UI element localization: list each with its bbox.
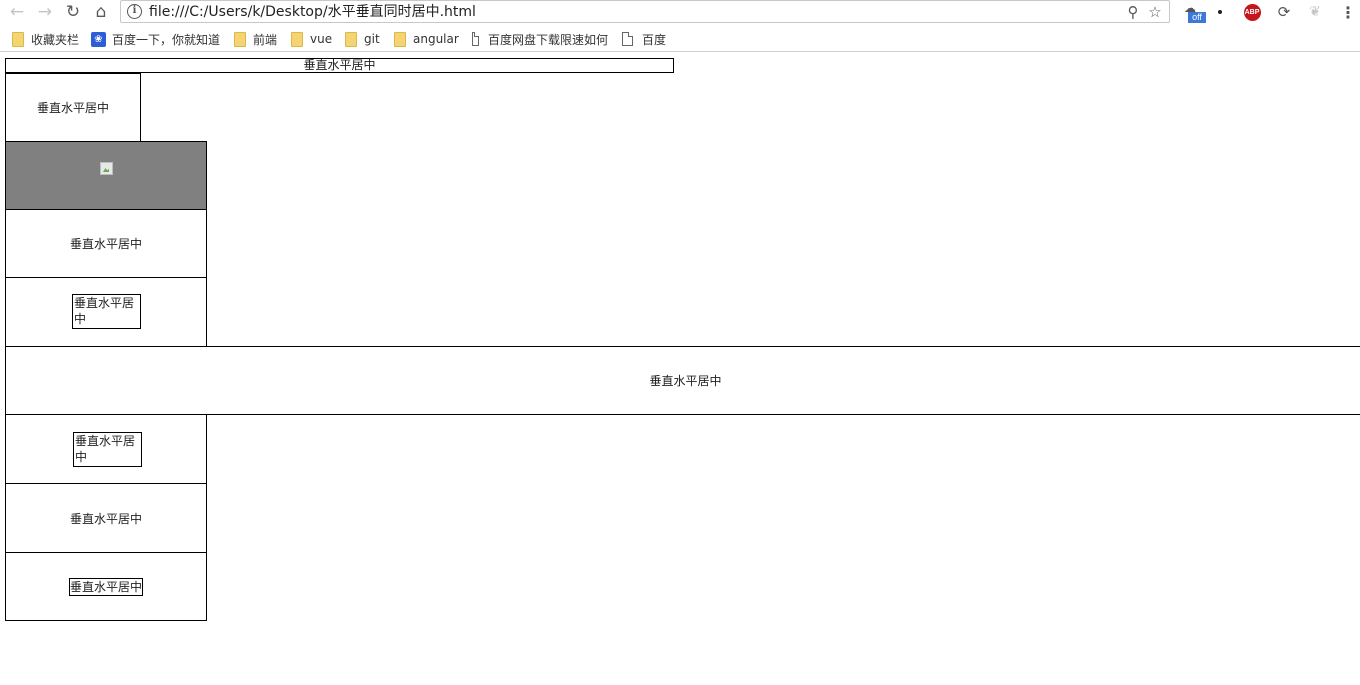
folder-icon — [291, 31, 303, 47]
extension-off-button[interactable]: ☁ off — [1184, 1, 1206, 23]
dot-icon — [1218, 10, 1222, 14]
bookmark-angular[interactable]: angular — [394, 29, 459, 49]
folder-icon — [12, 31, 24, 47]
folder-icon — [234, 31, 246, 47]
page-icon — [472, 32, 479, 46]
feather-icon: ❦ — [1309, 4, 1321, 20]
bookmark-baidu[interactable]: 百度 — [622, 29, 666, 49]
inner-box: 垂直水平居中 — [73, 432, 142, 467]
inner-box: 垂直水平居中 — [69, 578, 143, 596]
zoom-icon[interactable]: ⚲ — [1123, 2, 1143, 22]
centered-text: 垂直水平居中 — [649, 374, 722, 388]
forward-button[interactable]: → — [34, 1, 56, 23]
centered-box-inline: 垂直水平居中 — [5, 552, 207, 621]
bookmark-baidu-search[interactable]: ❀ 百度一下，你就知道 — [91, 29, 220, 49]
page-icon — [622, 32, 633, 46]
bookmark-label: angular — [413, 32, 459, 46]
bookmark-vue[interactable]: vue — [291, 29, 332, 49]
extension-dot-button[interactable] — [1210, 2, 1230, 22]
centered-box-full-width: 垂直水平居中 — [5, 346, 1360, 415]
centered-text: 垂直水平居中 — [75, 434, 136, 464]
bookmark-label: 百度一下，你就知道 — [112, 32, 221, 47]
baidu-paw-icon: ❀ — [91, 31, 106, 47]
url-text[interactable]: file:///C:/Users/k/Desktop/水平垂直同时居中.html — [149, 2, 476, 22]
centered-text: 垂直水平居中 — [70, 580, 143, 594]
sync-icon: ⟳ — [1277, 3, 1291, 21]
centered-text: 垂直水平居中 — [303, 58, 376, 72]
bookmarks-bar: 收藏夹栏 ❀ 百度一下，你就知道 前端 vue git angular 百度网盘… — [0, 26, 1360, 52]
centered-text: 垂直水平居中 — [69, 237, 142, 251]
adblock-button[interactable]: ABP — [1242, 2, 1262, 22]
kebab-menu-icon: ⋮ — [1340, 2, 1356, 22]
browser-toolbar: ← → ↻ ⌂ i file:///C:/Users/k/Desktop/水平垂… — [0, 0, 1360, 26]
folder-icon — [394, 31, 406, 47]
off-badge: off — [1188, 12, 1206, 23]
home-button[interactable]: ⌂ — [90, 1, 112, 23]
bookmark-git[interactable]: git — [345, 29, 380, 49]
bookmark-label: 百度 — [642, 32, 667, 47]
centered-box-small: 垂直水平居中 — [5, 73, 141, 142]
home-icon: ⌂ — [95, 1, 107, 22]
centered-box-flex: 垂直水平居中 — [5, 209, 207, 278]
centered-image-box — [5, 141, 207, 210]
centered-box-absolute: 垂直水平居中 — [5, 277, 207, 347]
bookmark-baidu-pan[interactable]: 百度网盘下载限速如何 — [472, 29, 608, 49]
bookmark-label: 百度网盘下载限速如何 — [487, 32, 608, 47]
centered-box-line-height: 垂直水平居中 — [5, 58, 674, 73]
reload-button[interactable]: ↻ — [62, 1, 84, 23]
centered-text: 垂直水平居中 — [36, 101, 109, 115]
bookmark-label: 前端 — [253, 32, 278, 47]
info-icon[interactable]: i — [127, 4, 142, 19]
bookmark-frontend[interactable]: 前端 — [234, 29, 277, 49]
centered-text: 垂直水平居中 — [74, 296, 135, 326]
page-content: 垂直水平居中 垂直水平居中 垂直水平居中 垂直水平居中 垂直水平居中 垂直水平居… — [0, 53, 1360, 685]
arrow-left-icon: ← — [9, 1, 25, 22]
centered-text: 垂直水平居中 — [69, 511, 142, 526]
inner-box: 垂直水平居中 — [72, 294, 141, 329]
bookmark-label: vue — [310, 32, 333, 46]
bookmark-label: 收藏夹栏 — [31, 32, 80, 47]
back-button[interactable]: ← — [6, 1, 28, 23]
arrow-right-icon: → — [37, 1, 53, 22]
folder-icon — [345, 31, 357, 47]
star-icon[interactable]: ☆ — [1145, 2, 1165, 22]
centered-box-transform: 垂直水平居中 — [5, 414, 207, 484]
address-bar[interactable]: i file:///C:/Users/k/Desktop/水平垂直同时居中.ht… — [120, 0, 1170, 23]
feather-extension-button[interactable]: ❦ — [1305, 2, 1325, 22]
sync-extension-button[interactable]: ⟳ — [1274, 2, 1294, 22]
broken-image-icon — [100, 162, 113, 175]
bookmark-label: git — [364, 32, 380, 46]
bookmark-favorites[interactable]: 收藏夹栏 — [12, 29, 79, 49]
centered-box-table-cell: 垂直水平居中 — [5, 483, 207, 553]
abp-icon: ABP — [1243, 3, 1261, 21]
menu-button[interactable]: ⋮ — [1340, 2, 1356, 22]
reload-icon: ↻ — [65, 1, 81, 22]
